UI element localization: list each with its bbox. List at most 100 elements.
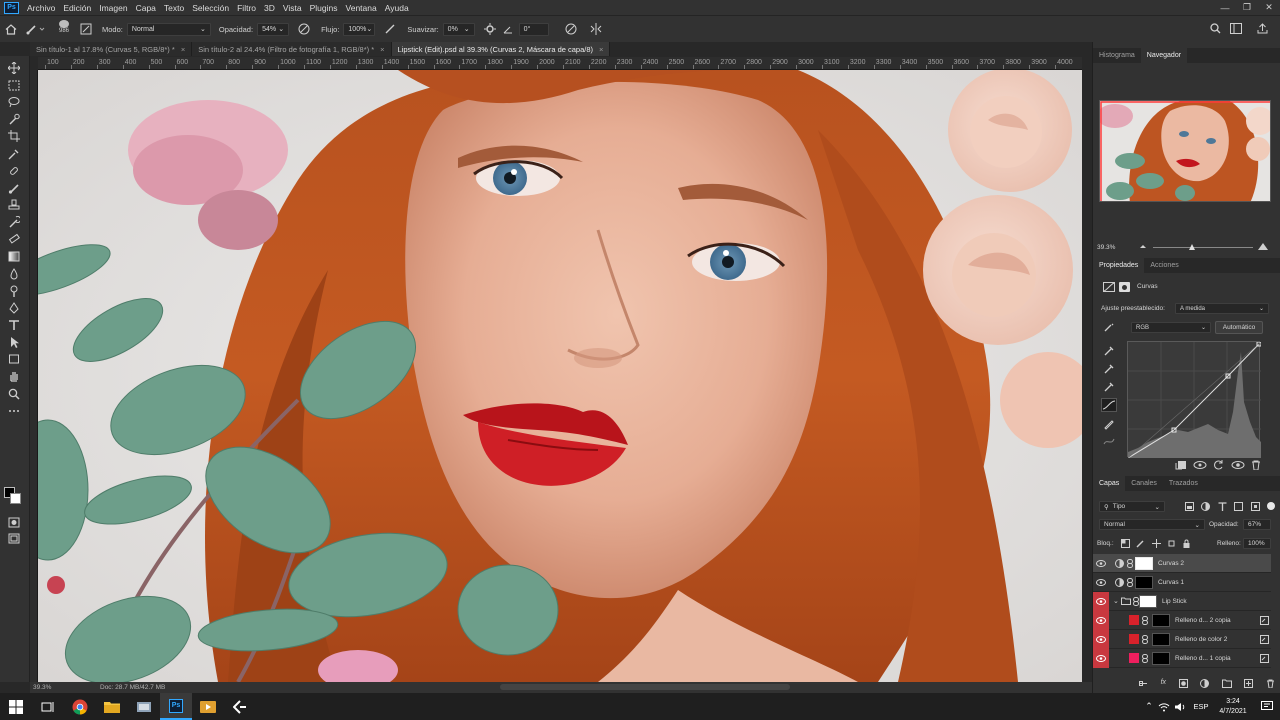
home-icon[interactable] — [0, 23, 22, 35]
photoshop-taskbar-icon[interactable]: Ps — [160, 693, 192, 720]
share-icon[interactable] — [1254, 23, 1270, 34]
layer-name[interactable]: Lip Stick — [1162, 598, 1187, 605]
brush-settings-icon[interactable] — [76, 23, 96, 35]
layer-row-relleno-2-copia[interactable]: Relleno d... 2 copia — [1093, 610, 1271, 630]
layer-row-relleno-color-2[interactable]: Relleno de color 2 — [1093, 629, 1271, 649]
curves-graph[interactable] — [1127, 341, 1261, 458]
chain-link-icon[interactable] — [1142, 634, 1152, 644]
layer-row-curvas-1[interactable]: Curvas 1 — [1093, 573, 1271, 592]
menu-plugins[interactable]: Plugins — [306, 3, 342, 13]
menu-ayuda[interactable]: Ayuda — [381, 3, 413, 13]
add-mask-icon[interactable] — [1178, 679, 1188, 688]
flow-input[interactable]: 100% ⌄ — [343, 22, 376, 36]
menu-filtro[interactable]: Filtro — [233, 3, 260, 13]
chain-link-icon[interactable] — [1142, 615, 1152, 625]
new-layer-icon[interactable] — [1244, 679, 1254, 688]
navigator-thumbnail[interactable] — [1099, 100, 1271, 202]
type-tool-icon[interactable] — [5, 317, 23, 333]
zoom-slider[interactable] — [1153, 247, 1253, 248]
delete-layer-icon[interactable] — [1266, 679, 1275, 688]
view-previous-icon[interactable] — [1193, 460, 1207, 470]
chain-link-icon[interactable] — [1127, 558, 1135, 568]
tab-propiedades[interactable]: Propiedades — [1093, 258, 1145, 273]
lock-transparent-icon[interactable] — [1121, 539, 1130, 548]
healing-brush-tool-icon[interactable] — [5, 163, 23, 179]
layer-name[interactable]: Relleno d... 2 copia — [1175, 617, 1231, 624]
layer-mask-thumbnail[interactable] — [1139, 594, 1157, 608]
layer-mask-thumbnail[interactable] — [1135, 575, 1153, 589]
black-point-eyedropper-icon[interactable] — [1103, 345, 1115, 357]
lock-position-icon[interactable] — [1151, 539, 1161, 548]
more-tools-icon[interactable] — [5, 403, 23, 419]
layer-row-relleno-1-copia[interactable]: Relleno d... 1 copia — [1093, 648, 1271, 668]
layer-opacity-input[interactable]: 67% — [1243, 519, 1271, 530]
smoothing-settings-icon[interactable] — [479, 23, 501, 35]
menu-ventana[interactable]: Ventana — [342, 3, 381, 13]
eye-icon[interactable] — [1093, 629, 1109, 649]
angle-input[interactable]: 0° — [518, 22, 549, 36]
lock-artboard-icon[interactable] — [1167, 539, 1176, 548]
language-indicator[interactable]: ESP — [1190, 702, 1212, 711]
fill-color-swatch[interactable] — [1129, 615, 1139, 625]
menu-imagen[interactable]: Imagen — [95, 3, 131, 13]
zoom-in-icon[interactable] — [1257, 241, 1269, 251]
eyedropper-tool-icon[interactable] — [5, 146, 23, 162]
mode-select[interactable]: Normal ⌄ — [126, 22, 211, 36]
pen-tool-icon[interactable] — [5, 300, 23, 316]
clip-to-layer-icon[interactable] — [1175, 460, 1187, 470]
gray-point-eyedropper-icon[interactable] — [1103, 363, 1115, 375]
lock-pixels-icon[interactable] — [1136, 539, 1145, 548]
eraser-tool-icon[interactable] — [5, 231, 23, 247]
fx-icon[interactable]: fx — [1161, 679, 1166, 689]
pressure-opacity-icon[interactable] — [293, 23, 315, 35]
reset-icon[interactable] — [1213, 460, 1225, 470]
menu-3d[interactable]: 3D — [260, 3, 279, 13]
close-icon[interactable]: × — [380, 45, 384, 54]
eye-icon[interactable] — [1093, 648, 1109, 668]
chevron-up-icon[interactable]: ⌃ — [1140, 701, 1158, 712]
horizontal-scrollbar[interactable] — [500, 684, 790, 690]
fill-color-swatch[interactable] — [1129, 653, 1139, 663]
chain-link-icon[interactable] — [1127, 577, 1135, 587]
airbrush-icon[interactable] — [379, 23, 401, 35]
menu-seleccion[interactable]: Selección — [188, 3, 233, 13]
history-brush-tool-icon[interactable] — [5, 214, 23, 230]
menu-texto[interactable]: Texto — [160, 3, 188, 13]
workspace-icon[interactable] — [1228, 23, 1244, 34]
close-icon[interactable]: × — [181, 45, 185, 54]
screen-mode-icon[interactable] — [5, 530, 23, 546]
zoom-tool-icon[interactable] — [5, 386, 23, 402]
restore-icon[interactable]: ❐ — [1236, 0, 1258, 15]
navigator-zoom[interactable]: 39.3% — [1097, 244, 1115, 251]
document-canvas[interactable] — [38, 70, 1082, 682]
layer-mask-thumbnail[interactable] — [1152, 613, 1170, 627]
chevron-down-icon[interactable]: ⌄ — [1113, 597, 1121, 605]
fill-color-swatch[interactable] — [1129, 634, 1139, 644]
tab-sin-titulo-2[interactable]: Sin título-2 al 24.4% (Filtro de fotogra… — [192, 42, 392, 56]
tab-lipstick[interactable]: Lipstick (Edit).psd al 39.3% (Curvas 2, … — [391, 42, 611, 56]
network-icon[interactable] — [1158, 702, 1174, 712]
zoom-level[interactable]: 39.3% — [33, 684, 51, 691]
crop-tool-icon[interactable] — [5, 128, 23, 144]
tab-capas[interactable]: Capas — [1093, 476, 1126, 491]
blur-tool-icon[interactable] — [5, 266, 23, 282]
smooth-input[interactable]: 0% ⌄ — [442, 22, 475, 36]
close-icon[interactable]: × — [599, 45, 603, 54]
move-tool-icon[interactable] — [5, 60, 23, 76]
fill-input[interactable]: 100% — [1243, 538, 1271, 549]
link-layers-icon[interactable] — [1139, 679, 1148, 688]
layer-mask-thumbnail[interactable] — [1152, 651, 1170, 665]
layer-name[interactable]: Relleno de color 2 — [1175, 636, 1227, 643]
layer-mask-thumbnail[interactable] — [1152, 632, 1170, 646]
quick-mask-icon[interactable] — [5, 514, 23, 530]
menu-archivo[interactable]: Archivo — [23, 3, 59, 13]
search-icon[interactable] — [1208, 23, 1222, 34]
tab-canales[interactable]: Canales — [1125, 476, 1163, 491]
eye-icon[interactable] — [1093, 610, 1109, 630]
tab-trazados[interactable]: Trazados — [1163, 476, 1204, 491]
doc-size[interactable]: Doc: 28.7 MB/42.7 MB — [100, 684, 165, 691]
gradient-tool-icon[interactable] — [5, 248, 23, 264]
lasso-tool-icon[interactable] — [5, 94, 23, 110]
filter-toggle-icon[interactable] — [1266, 502, 1275, 510]
clone-stamp-tool-icon[interactable] — [5, 197, 23, 213]
